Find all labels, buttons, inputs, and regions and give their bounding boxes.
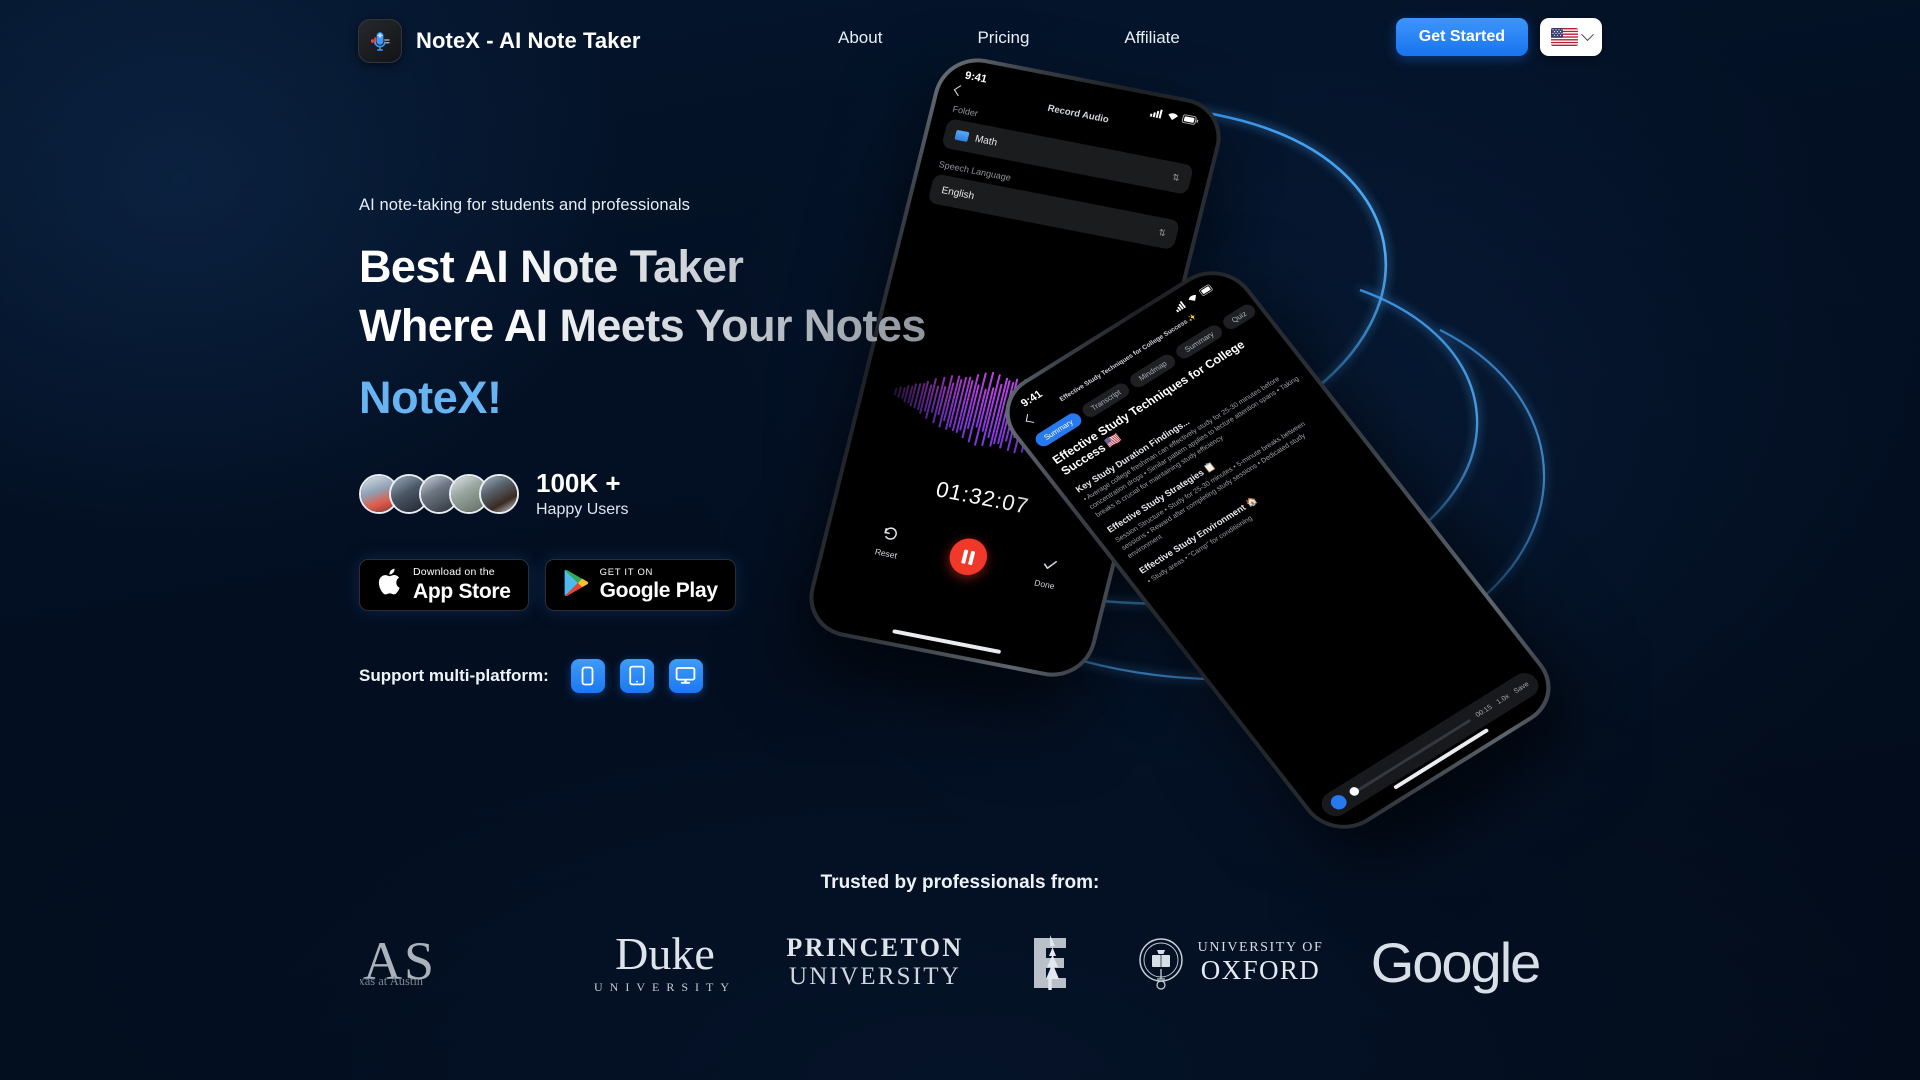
trusted-title: Trusted by professionals from:	[820, 872, 1100, 893]
app-store-large-label: App Store	[413, 579, 511, 603]
headline-line-1: Best AI Note Taker	[359, 237, 1079, 296]
google-logo: Google	[1370, 931, 1542, 994]
player-save-button[interactable]: Save	[1512, 681, 1530, 695]
duke-logo-sub: UNIVERSITY	[594, 979, 736, 994]
nav-item-affiliate[interactable]: Affiliate	[1124, 28, 1179, 48]
us-flag-icon	[1550, 28, 1578, 46]
site-header: NoteX - AI Note Taker About Pricing Affi…	[0, 0, 1920, 82]
oxford-logo-main: OXFORD	[1200, 954, 1321, 985]
princeton-logo-sub: UNIVERSITY	[789, 963, 961, 991]
avatar	[479, 473, 519, 514]
apple-icon	[377, 567, 403, 602]
progress-track[interactable]	[1347, 718, 1472, 798]
stepper-icon: ⇅	[1171, 171, 1182, 183]
microphone-icon	[358, 19, 402, 63]
oxford-logo-top: UNIVERSITY OF	[1197, 939, 1324, 955]
progress-handle[interactable]	[1347, 785, 1361, 798]
stanford-logo	[990, 932, 1110, 994]
brand-name: NoteX - AI Note Taker	[416, 28, 641, 53]
app-store-button[interactable]: Download on the App Store	[359, 558, 529, 611]
hero-visual: 9:41 Record Audio Folder Math ⇅ Speech L…	[800, 51, 1640, 845]
princeton-logo: PRINCETON UNIVERSITY	[760, 933, 990, 992]
google-play-large-label: Google Play	[599, 579, 718, 603]
princeton-logo-text: PRINCETON	[786, 933, 964, 963]
stanford-tree-icon	[1034, 934, 1066, 990]
tablet-icon[interactable]	[619, 658, 654, 693]
google-play-icon	[563, 568, 590, 602]
users-stats: 100K + Happy Users	[536, 469, 628, 519]
texas-logo-sub: ty of Texas at Austin	[360, 973, 424, 988]
get-started-button[interactable]: Get Started	[1395, 18, 1528, 56]
folder-icon	[954, 129, 970, 143]
logo-strip: XAS ty of Texas at Austin Duke UNIVERSIT…	[0, 930, 1920, 995]
phone-icon[interactable]	[570, 658, 605, 693]
main-nav: About Pricing Affiliate	[838, 28, 1180, 48]
oxford-logo: UNIVERSITY OF OXFORD	[1110, 933, 1350, 993]
desktop-icon[interactable]	[668, 658, 703, 693]
store-badges: Download on the App Store GET IT ON Goog…	[359, 558, 1079, 611]
play-icon[interactable]	[1327, 792, 1350, 812]
header-actions: Get Started	[1395, 18, 1602, 56]
player-rate[interactable]: 1.0x	[1495, 693, 1511, 706]
platform-support: Support multi-platform:	[359, 658, 1079, 693]
avatar-group	[359, 473, 519, 514]
nav-item-about[interactable]: About	[838, 28, 882, 48]
duke-logo: Duke UNIVERSITY	[570, 927, 760, 995]
google-play-small-label: GET IT ON	[599, 566, 654, 578]
headline-accent: NoteX!	[359, 372, 502, 423]
audio-player[interactable]: 00:15 1.0x Save	[1316, 668, 1544, 821]
app-store-small-label: Download on the	[413, 566, 495, 579]
users-count: 100K +	[536, 468, 621, 498]
landing-page: NoteX - AI Note Taker About Pricing Affi…	[0, 0, 1920, 1080]
platform-label: Support multi-platform:	[359, 665, 549, 685]
brand-logo[interactable]: NoteX - AI Note Taker	[358, 19, 641, 63]
headline-line-2: Where AI Meets Your Notes	[359, 296, 1079, 355]
page-title: Best AI Note Taker Where AI Meets Your N…	[359, 237, 1079, 427]
hero-eyebrow: AI note-taking for students and professi…	[359, 196, 691, 214]
chevron-down-icon	[1580, 27, 1594, 41]
player-time: 00:15	[1474, 703, 1494, 719]
users-label: Happy Users	[536, 500, 629, 518]
nav-item-pricing[interactable]: Pricing	[977, 28, 1029, 48]
duke-logo-text: Duke	[615, 927, 715, 979]
oxford-crest-icon	[1138, 937, 1183, 990]
stepper-icon: ⇅	[1157, 226, 1168, 238]
hero-content: AI note-taking for students and professi…	[359, 196, 1079, 693]
language-selector[interactable]	[1540, 18, 1602, 56]
google-play-button[interactable]: GET IT ON Google Play	[544, 558, 736, 611]
social-proof: 100K + Happy Users	[359, 469, 1079, 519]
texas-logo: XAS ty of Texas at Austin	[360, 932, 570, 994]
trusted-section: Trusted by professionals from: XAS ty of…	[0, 872, 1920, 995]
